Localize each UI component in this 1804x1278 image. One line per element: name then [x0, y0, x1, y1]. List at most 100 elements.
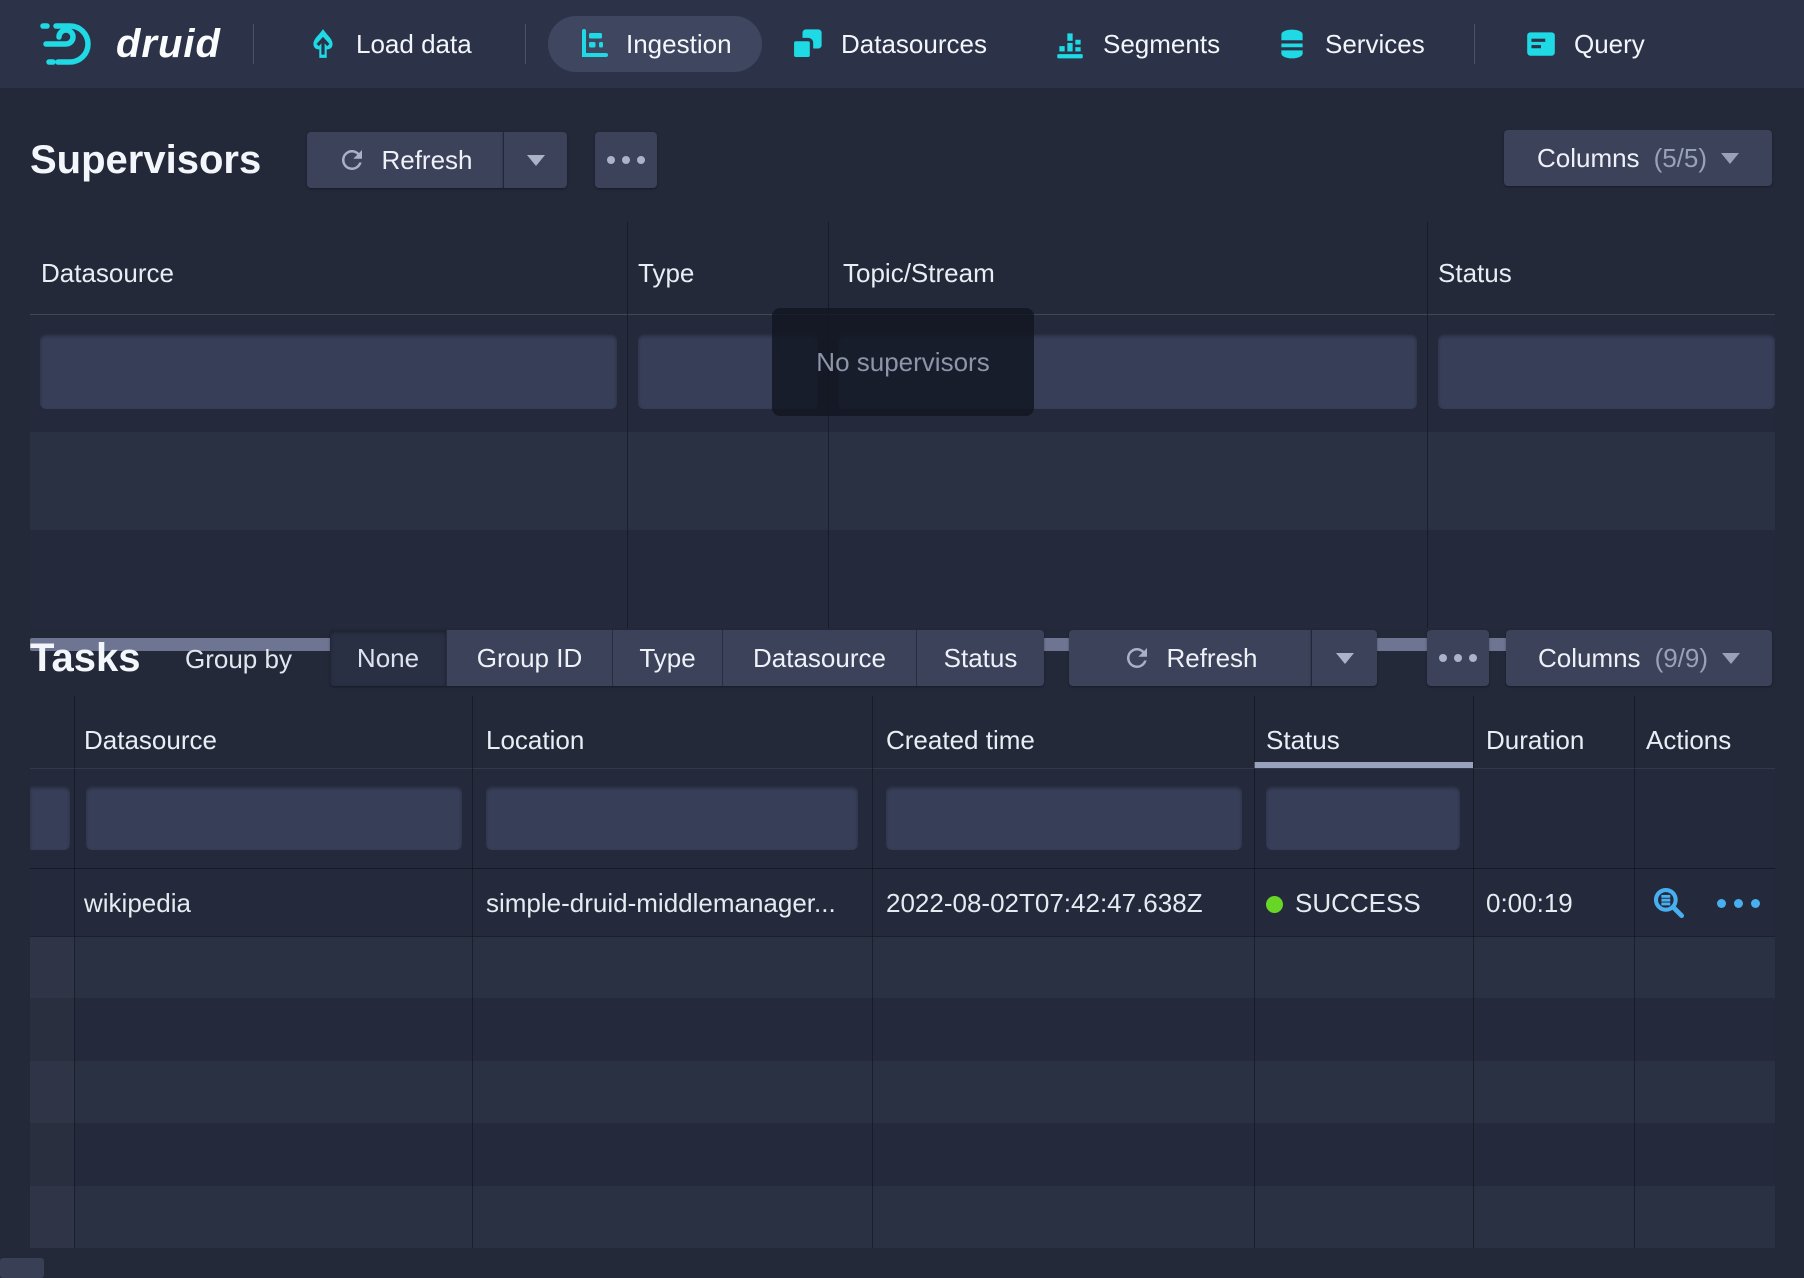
upload-arrow-icon: [306, 27, 340, 61]
more-icon: [1439, 654, 1477, 662]
tasks-datasource-filter-input[interactable]: [86, 786, 462, 850]
sup-col-divider: [828, 222, 829, 628]
nav-item-label: Services: [1325, 29, 1425, 60]
nav-item-ingestion[interactable]: Ingestion: [548, 16, 762, 72]
datasources-icon: [789, 26, 825, 62]
refresh-label: Refresh: [381, 145, 472, 176]
row-divider: [30, 936, 1775, 937]
status-badge: SUCCESS: [1295, 888, 1421, 918]
refresh-label: Refresh: [1166, 643, 1257, 674]
tasks-more-button[interactable]: [1427, 630, 1489, 686]
druid-logo-icon: [36, 18, 102, 70]
nav-divider: [525, 24, 526, 64]
sup-status-filter-input[interactable]: [1438, 334, 1775, 409]
task-pad-row: [30, 1123, 1775, 1186]
sup-col-header-status[interactable]: Status: [1438, 258, 1512, 289]
group-by-label: Group by: [185, 644, 292, 675]
tasks-col-header-location[interactable]: Location: [486, 725, 584, 756]
tasks-refresh-caret-button[interactable]: [1311, 630, 1377, 686]
sup-col-header-topic-stream[interactable]: Topic/Stream: [843, 258, 995, 289]
query-icon: [1524, 27, 1558, 61]
chevron-down-icon: [527, 155, 545, 166]
group-by-datasource-button[interactable]: Datasource: [722, 630, 916, 686]
tasks-status-filter-input[interactable]: [1266, 786, 1460, 850]
nav-item-label: Load data: [356, 29, 472, 60]
sup-empty-row: [30, 530, 1775, 628]
supervisors-columns-button[interactable]: Columns (5/5): [1504, 130, 1772, 186]
tasks-horizontal-scrollbar[interactable]: [0, 1258, 44, 1278]
tasks-group-filter-input-clipped[interactable]: [30, 786, 70, 850]
refresh-icon: [1122, 643, 1152, 673]
chevron-down-icon: [1336, 653, 1354, 664]
status-success-dot-icon: [1266, 896, 1283, 913]
task-actions-menu-icon[interactable]: [1717, 899, 1760, 908]
nav-item-label: Query: [1574, 29, 1645, 60]
nav-item-label: Datasources: [841, 29, 987, 60]
tasks-col-divider: [472, 696, 473, 1248]
ingestion-icon: [578, 28, 610, 60]
tasks-location-filter-input[interactable]: [486, 786, 858, 850]
view-log-search-icon[interactable]: [1650, 884, 1688, 922]
nav-item-query[interactable]: Query: [1524, 0, 1645, 88]
nav-item-label: Ingestion: [626, 29, 732, 60]
tasks-col-header-created-time[interactable]: Created time: [886, 725, 1035, 756]
group-by-type-button[interactable]: Type: [612, 630, 722, 686]
nav-bar: druid Load data: [0, 0, 1804, 88]
task-pad-row: [30, 936, 1775, 998]
columns-count: (9/9): [1655, 643, 1708, 674]
task-created-time-cell: 2022-08-02T07:42:47.638Z: [886, 888, 1203, 919]
tasks-col-divider: [1473, 696, 1474, 1248]
chevron-down-icon: [1721, 153, 1739, 164]
task-pad-row: [30, 998, 1775, 1061]
tasks-created-time-filter-input[interactable]: [886, 786, 1242, 850]
sup-col-header-type[interactable]: Type: [638, 258, 694, 289]
task-pad-row: [30, 1186, 1775, 1248]
nav-divider: [253, 24, 254, 64]
tasks-col-divider: [1254, 696, 1255, 1248]
refresh-icon: [337, 145, 367, 175]
columns-label: Columns: [1537, 143, 1640, 174]
tasks-col-header-duration[interactable]: Duration: [1486, 725, 1584, 756]
nav-item-datasources[interactable]: Datasources: [789, 0, 987, 88]
row-divider: [30, 868, 1775, 869]
columns-label: Columns: [1538, 643, 1641, 674]
task-pad-row: [30, 1061, 1775, 1123]
druid-console: druid Load data: [0, 0, 1804, 1278]
segments-icon: [1053, 27, 1087, 61]
nav-item-services[interactable]: Services: [1275, 0, 1425, 88]
services-icon: [1275, 27, 1309, 61]
supervisors-more-button[interactable]: [595, 132, 657, 188]
nav-item-load-data[interactable]: Load data: [306, 0, 472, 88]
tasks-col-header-actions[interactable]: Actions: [1646, 725, 1731, 756]
nav-item-segments[interactable]: Segments: [1053, 0, 1220, 88]
group-by-button-group: None Group ID Type Datasource Status: [330, 630, 1044, 686]
group-by-group-id-button[interactable]: Group ID: [446, 630, 612, 686]
task-status-cell: SUCCESS: [1266, 888, 1421, 919]
task-group-column-tint: [30, 936, 74, 1248]
tasks-col-divider: [872, 696, 873, 1248]
no-supervisors-message: No supervisors: [772, 308, 1034, 416]
tasks-col-header-datasource[interactable]: Datasource: [84, 725, 217, 756]
columns-count: (5/5): [1654, 143, 1707, 174]
druid-logo[interactable]: druid: [36, 0, 221, 88]
brand-text: druid: [116, 22, 221, 67]
supervisors-title: Supervisors: [30, 138, 261, 183]
sup-datasource-filter-input[interactable]: [40, 334, 617, 409]
sup-col-header-datasource[interactable]: Datasource: [41, 258, 174, 289]
task-location-cell: simple-druid-middlemanager...: [486, 888, 836, 919]
supervisors-refresh-button[interactable]: Refresh: [307, 132, 503, 188]
sup-empty-row: [30, 432, 1775, 530]
task-actions-cell: [1650, 884, 1760, 922]
tasks-columns-button[interactable]: Columns (9/9): [1506, 630, 1772, 686]
group-by-none-button[interactable]: None: [330, 630, 446, 686]
nav-item-label: Segments: [1103, 29, 1220, 60]
chevron-down-icon: [1722, 653, 1740, 664]
supervisors-refresh-caret-button[interactable]: [503, 132, 567, 188]
tasks-title: Tasks: [30, 636, 140, 681]
task-datasource-cell: wikipedia: [84, 888, 191, 919]
tasks-refresh-button[interactable]: Refresh: [1069, 630, 1311, 686]
tasks-col-header-status[interactable]: Status: [1266, 725, 1340, 756]
group-by-status-button[interactable]: Status: [916, 630, 1044, 686]
tasks-col-divider: [1634, 696, 1635, 1248]
sup-col-divider: [627, 222, 628, 628]
